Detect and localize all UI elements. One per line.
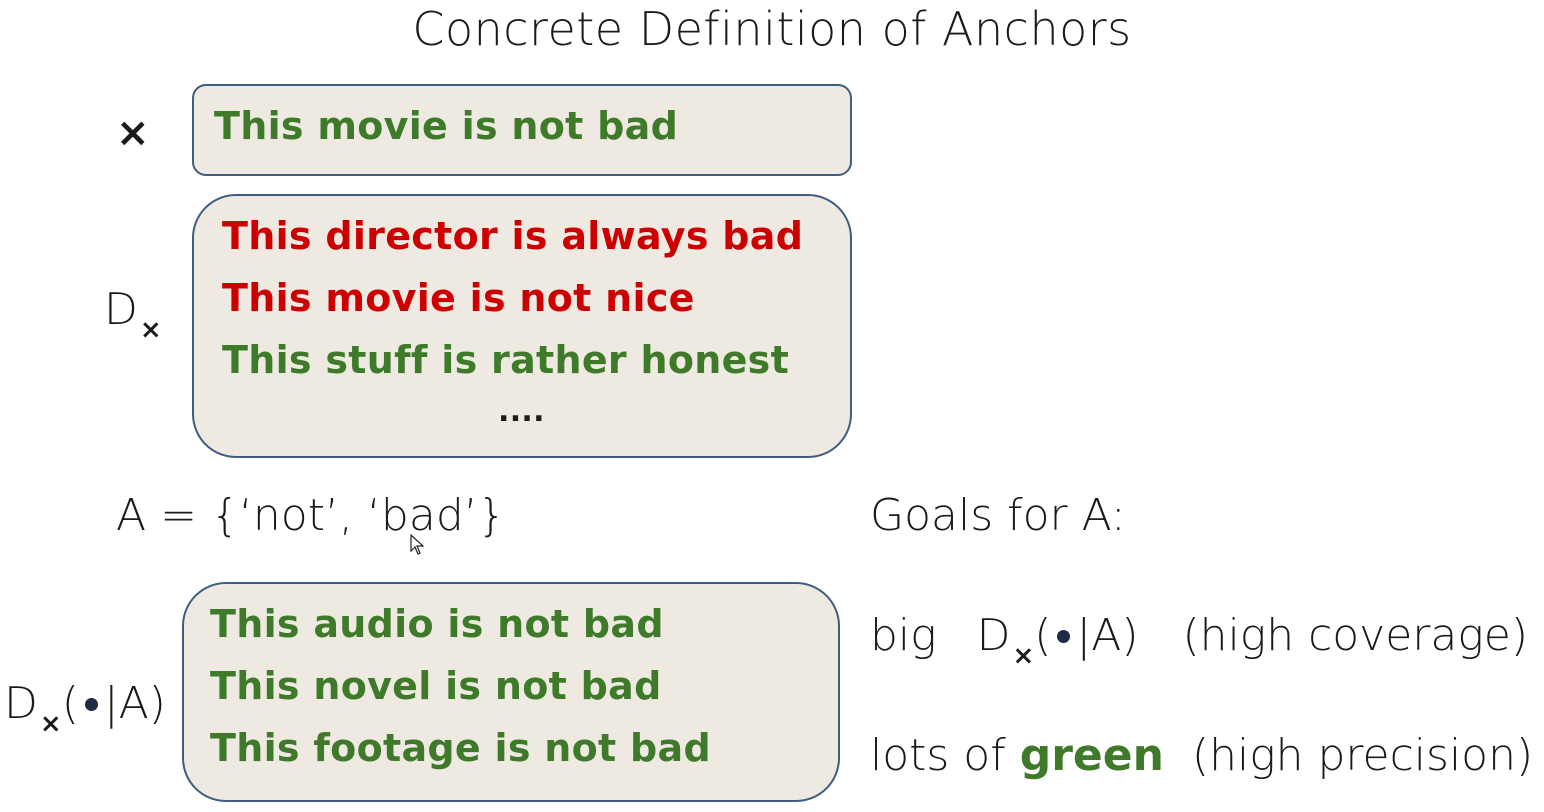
goal2-note: (high precision) bbox=[1191, 730, 1534, 781]
dxa-box: This audio is not bad This novel is not … bbox=[182, 582, 840, 802]
dxa-label-main: D bbox=[4, 678, 38, 729]
dx-sentence-2: This movie is not nice bbox=[222, 276, 695, 320]
dx-sentence-3: This stuff is rather honest bbox=[222, 338, 790, 382]
goal1-dot-icon bbox=[1057, 629, 1071, 643]
dx-box: This director is always bad This movie i… bbox=[192, 194, 852, 458]
slide-title: Concrete Definition of Anchors bbox=[412, 2, 1132, 56]
dxa-label-open: ( bbox=[61, 678, 79, 729]
goal2-prefix: lots of bbox=[870, 730, 1006, 781]
dxa-sentence-2: This novel is not bad bbox=[210, 664, 662, 708]
goal1-note: (high coverage) bbox=[1182, 610, 1528, 661]
bullet-dot-icon bbox=[84, 697, 98, 711]
mouse-cursor-icon bbox=[410, 534, 425, 555]
dxa-label: D×( |A) bbox=[4, 678, 166, 739]
goal1-sub: × bbox=[1012, 641, 1035, 671]
goal2-highlight: green bbox=[1019, 730, 1164, 781]
goal-precision: lots of green (high precision) bbox=[870, 730, 1534, 781]
dx-label: D× bbox=[104, 284, 162, 345]
goal1-close: |A) bbox=[1076, 610, 1139, 661]
x-box: This movie is not bad bbox=[192, 84, 852, 176]
goal-coverage: big D×( |A) (high coverage) bbox=[870, 610, 1530, 671]
goals-heading: Goals for A: bbox=[870, 490, 1126, 541]
dx-sentence-1: This director is always bad bbox=[222, 214, 804, 258]
x-sentence: This movie is not bad bbox=[214, 104, 679, 148]
goal1-open: ( bbox=[1034, 610, 1052, 661]
dxa-label-sub: × bbox=[39, 709, 62, 739]
dx-ellipsis: .... bbox=[498, 394, 545, 429]
anchor-definition: A = {‘not’, ‘bad’} bbox=[116, 490, 506, 541]
goal1-d: D bbox=[976, 610, 1011, 661]
x-label: × bbox=[116, 110, 150, 156]
dxa-label-close: |A) bbox=[103, 678, 166, 729]
goal1-prefix: big bbox=[870, 610, 937, 661]
dxa-sentence-3: This footage is not bad bbox=[210, 726, 711, 770]
dx-label-sub: × bbox=[139, 315, 162, 345]
dx-label-main: D bbox=[104, 284, 138, 335]
dxa-sentence-1: This audio is not bad bbox=[210, 602, 664, 646]
